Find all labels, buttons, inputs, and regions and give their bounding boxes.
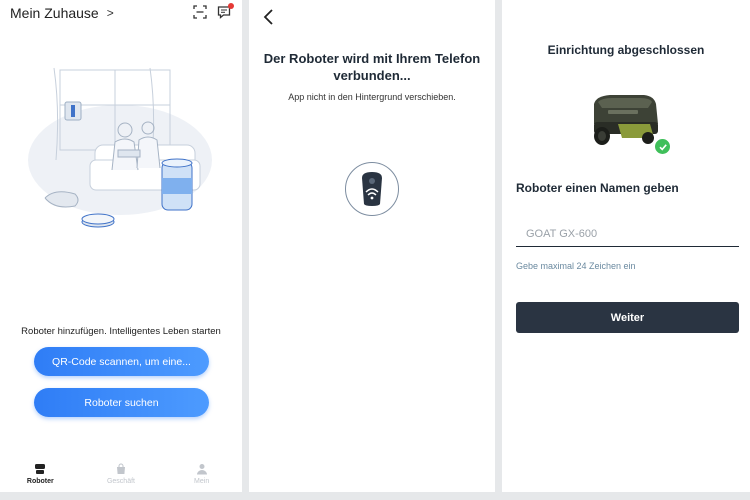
back-arrow-icon[interactable] bbox=[262, 8, 276, 26]
nav-item-me[interactable]: Mein bbox=[172, 463, 232, 485]
robot-name-input[interactable] bbox=[516, 221, 739, 247]
chevron-right-icon: > bbox=[106, 6, 114, 20]
nav-item-robots[interactable]: Roboter bbox=[10, 463, 70, 485]
nav-label-robots: Roboter bbox=[26, 478, 54, 485]
connecting-title: Der Roboter wird mit Ihrem Telefon verbu… bbox=[263, 51, 481, 83]
remote-circle bbox=[345, 162, 399, 216]
nav-label-me: Mein bbox=[194, 478, 210, 485]
robot-icon bbox=[35, 464, 46, 474]
home-title-label: Mein Zuhause bbox=[10, 5, 99, 21]
notification-badge bbox=[228, 3, 234, 9]
name-length-hint: Gebe maximal 24 Zeichen ein bbox=[516, 261, 636, 271]
setup-complete-title: Einrichtung abgeschlossen bbox=[547, 43, 705, 57]
home-illustration bbox=[28, 67, 212, 228]
shopping-bag-icon bbox=[116, 463, 125, 474]
nav-label-shop: Geschäft bbox=[106, 478, 135, 485]
name-robot-heading: Roboter einen Namen geben bbox=[516, 181, 679, 195]
setup-complete-screen: Einrichtung abgeschlossen Roboter einen … bbox=[502, 0, 750, 492]
search-robot-button[interactable]: Roboter suchen bbox=[34, 388, 209, 417]
robot-mower-image bbox=[594, 95, 658, 145]
wifi-remote-icon bbox=[362, 172, 382, 206]
scan-icon[interactable] bbox=[193, 5, 207, 19]
continue-button[interactable]: Weiter bbox=[516, 302, 739, 333]
bottom-nav: Roboter Geschäft Mein bbox=[0, 456, 242, 492]
scan-qr-button[interactable]: QR-Code scannen, um eine... bbox=[34, 347, 209, 376]
connecting-screen: Der Roboter wird mit Ihrem Telefon verbu… bbox=[249, 0, 495, 492]
home-screen: Mein Zuhause > Roboter hinzufügen. Intel… bbox=[0, 0, 242, 492]
connecting-subtitle: App nicht in den Hintergrund verschieben… bbox=[288, 92, 456, 102]
success-check-icon bbox=[654, 138, 671, 155]
nav-item-shop[interactable]: Geschäft bbox=[91, 463, 151, 485]
home-title[interactable]: Mein Zuhause > bbox=[10, 5, 114, 21]
person-icon bbox=[196, 464, 207, 475]
add-robot-hint: Roboter hinzufügen. Intelligentes Leben … bbox=[21, 326, 221, 337]
